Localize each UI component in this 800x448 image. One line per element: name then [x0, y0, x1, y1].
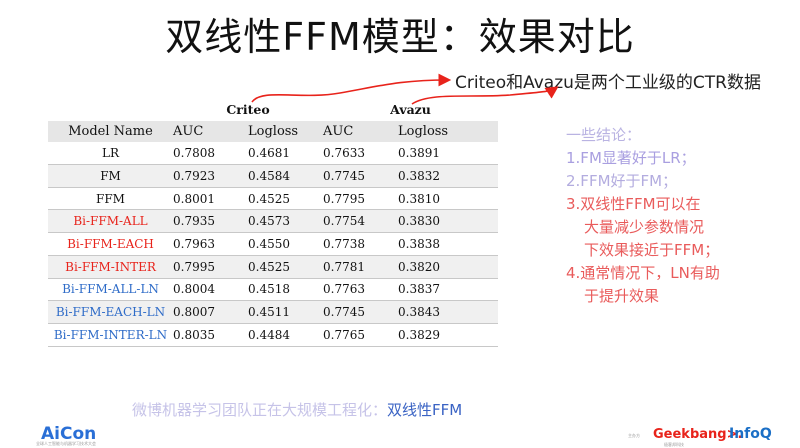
cell: 0.8001: [173, 191, 215, 206]
cell: 0.3843: [398, 305, 440, 320]
table-row: Bi-FFM-EACH 0.7963 0.4550 0.7738 0.3838: [48, 233, 498, 256]
cell: 0.8004: [173, 282, 215, 297]
model-name: Bi-FFM-ALL-LN: [62, 282, 159, 297]
model-name: FM: [100, 168, 121, 183]
table-row: Bi-FFM-INTER 0.7995 0.4525 0.7781 0.3820: [48, 255, 498, 278]
cell: 0.7745: [323, 305, 365, 320]
datasets-callout: Criteo和Avazu是两个工业级的CTR数据: [455, 73, 761, 93]
cell: 0.4681: [248, 146, 290, 161]
cell: 0.4584: [248, 168, 290, 183]
cell: 0.7738: [323, 236, 365, 251]
model-name: LR: [101, 146, 119, 161]
conclusion-4-line1: 4.通常情况下，LN有助: [566, 264, 720, 282]
footer-prefix: 微博机器学习团队正在大规模工程化：: [132, 401, 388, 419]
cell: 0.7808: [173, 146, 215, 161]
cell: 0.7963: [173, 236, 215, 251]
col-model-name: Model Name: [68, 124, 153, 140]
cell: 0.8007: [173, 305, 215, 320]
cell: 0.8035: [173, 327, 215, 342]
model-name: FFM: [96, 191, 125, 206]
cell: 0.4484: [248, 327, 290, 342]
group-avazu: Avazu: [390, 102, 431, 118]
model-name: Bi-FFM-ALL: [73, 214, 148, 229]
col-avazu-logloss: Logloss: [398, 124, 449, 140]
cell: 0.3830: [398, 214, 440, 229]
cell: 0.4573: [248, 214, 290, 229]
footer-highlight: 双线性FFM: [387, 401, 463, 419]
conclusion-3-line2: 大量减少参数情况: [584, 218, 705, 236]
cell: 0.4511: [248, 305, 290, 320]
cell: 0.3829: [398, 327, 440, 342]
table-row: Bi-FFM-EACH-LN 0.8007 0.4511 0.7745 0.38…: [48, 300, 498, 324]
conclusion-4-line2: 于提升效果: [584, 287, 660, 305]
cell: 0.3832: [398, 168, 440, 183]
results-table: Criteo Avazu Model Name AUC Logloss AUC …: [48, 99, 498, 347]
conclusion-3-line1: 3.双线性FFM可以在: [566, 195, 701, 213]
cell: 0.7763: [323, 282, 365, 297]
cell: 0.4525: [248, 191, 290, 206]
cell: 0.7633: [323, 146, 365, 161]
cell: 0.4550: [248, 236, 290, 251]
model-name: Bi-FFM-INTER-LN: [53, 327, 168, 342]
cell: 0.7935: [173, 214, 215, 229]
cell: 0.4518: [248, 282, 290, 297]
model-name: Bi-FFM-EACH-LN: [55, 305, 166, 320]
conclusions-heading: 一些结论：: [566, 126, 642, 144]
group-criteo: Criteo: [226, 102, 270, 118]
aicon-logo-subtitle: 全球人工智能与机器学习技术大会: [36, 441, 96, 446]
organizer-label: 主办方: [628, 433, 640, 438]
col-criteo-logloss: Logloss: [248, 124, 299, 140]
cell: 0.4525: [248, 259, 290, 274]
table-row: Bi-FFM-INTER-LN 0.8035 0.4484 0.7765 0.3…: [48, 323, 498, 347]
cell: 0.3810: [398, 191, 440, 206]
infoq-logo: InfoQ: [729, 426, 772, 442]
cell: 0.7923: [173, 168, 215, 183]
cell: 0.7754: [323, 214, 365, 229]
conclusion-1: 1.FM显著好于LR；: [566, 149, 696, 167]
col-avazu-auc: AUC: [323, 124, 354, 140]
cell: 0.3891: [398, 146, 440, 161]
conclusions-list: 一些结论： 1.FM显著好于LR； 2.FFM好于FM； 3.双线性FFM可以在…: [566, 124, 720, 308]
cell: 0.7781: [323, 259, 365, 274]
table-row: FM 0.7923 0.4584 0.7745 0.3832: [48, 164, 498, 188]
model-name: Bi-FFM-INTER: [65, 259, 156, 274]
model-name: Bi-FFM-EACH: [67, 236, 154, 251]
table-row: FFM 0.8001 0.4525 0.7795 0.3810: [48, 187, 498, 210]
footer-note: 微博机器学习团队正在大规模工程化：双线性FFM: [132, 399, 462, 420]
cell: 0.7745: [323, 168, 365, 183]
cell: 0.7765: [323, 327, 365, 342]
group-header-row: Criteo Avazu: [48, 99, 498, 121]
table-row: Bi-FFM-ALL 0.7935 0.4573 0.7754 0.3830: [48, 209, 498, 233]
cell: 0.3838: [398, 236, 440, 251]
geekbang-logo-subtitle: 极客邦科技: [664, 442, 684, 447]
cell: 0.3837: [398, 282, 440, 297]
cell: 0.3820: [398, 259, 440, 274]
column-header-row: Model Name AUC Logloss AUC Logloss: [48, 120, 498, 143]
cell: 0.7995: [173, 259, 215, 274]
conclusion-3-line3: 下效果接近于FFM；: [584, 241, 720, 259]
table-row: LR 0.7808 0.4681 0.7633 0.3891: [48, 142, 498, 165]
conclusion-2: 2.FFM好于FM；: [566, 172, 678, 190]
slide-title: 双线性FFM模型：效果对比: [165, 15, 635, 59]
table-row: Bi-FFM-ALL-LN 0.8004 0.4518 0.7763 0.383…: [48, 278, 498, 301]
cell: 0.7795: [323, 191, 365, 206]
col-criteo-auc: AUC: [173, 124, 204, 140]
